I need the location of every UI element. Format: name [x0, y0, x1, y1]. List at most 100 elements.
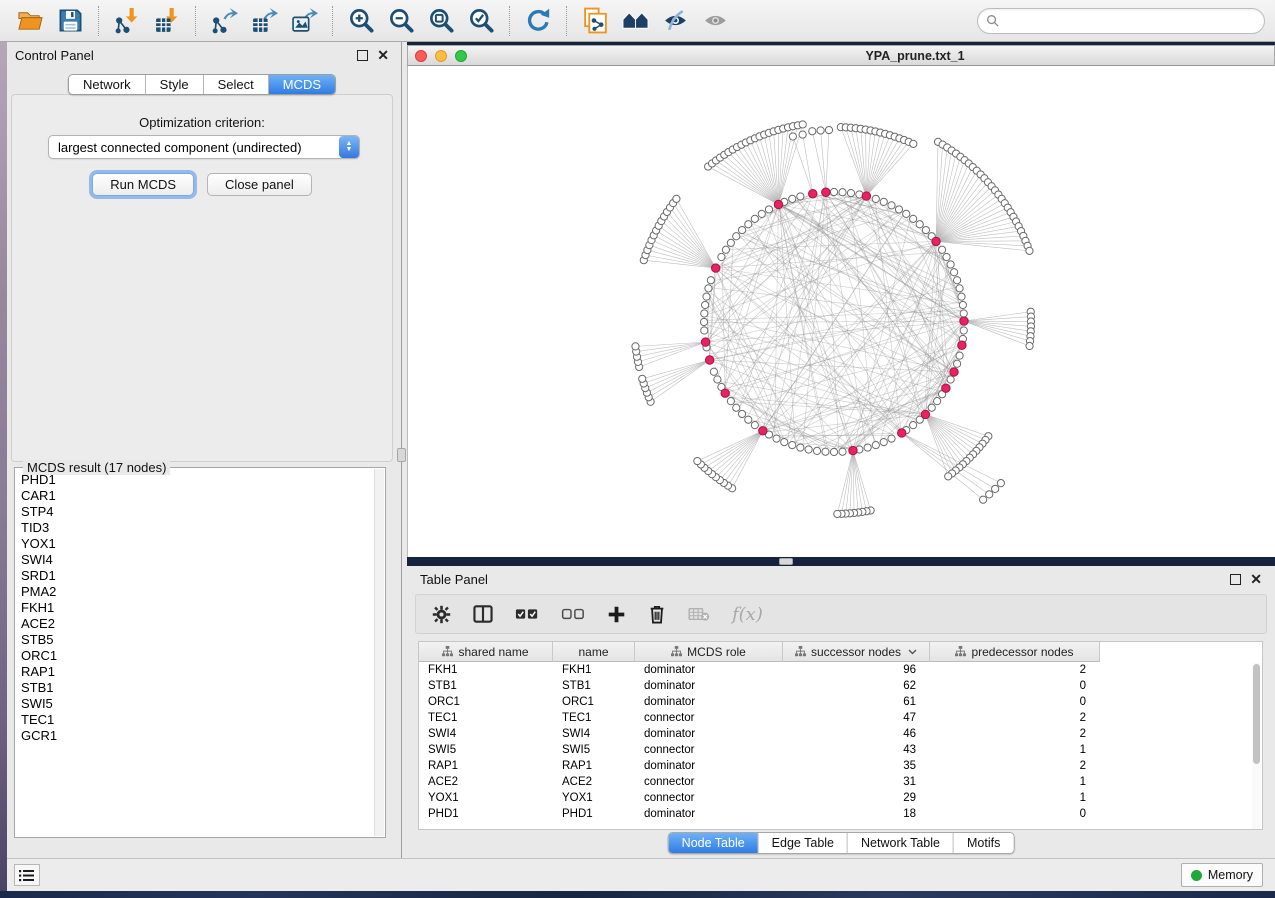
- tab-select[interactable]: Select: [204, 75, 269, 94]
- table-row[interactable]: ORC1ORC1dominator610: [419, 694, 1262, 710]
- table-cell: ACE2: [419, 776, 553, 788]
- search-input[interactable]: [1004, 14, 1256, 28]
- table-row[interactable]: STB1STB1dominator620: [419, 678, 1262, 694]
- vertical-splitter[interactable]: [397, 42, 407, 858]
- table-tab-edge-table[interactable]: Edge Table: [759, 833, 848, 853]
- mcds-tab-content: Optimization criterion: largest connecte…: [11, 94, 393, 462]
- first-neighbors-icon[interactable]: [615, 4, 655, 38]
- zoom-in-icon[interactable]: [341, 4, 381, 38]
- close-window-icon[interactable]: [415, 50, 427, 62]
- export-network-icon[interactable]: [204, 4, 244, 38]
- table-cell: SWI5: [553, 744, 635, 756]
- import-network-icon[interactable]: [107, 4, 147, 38]
- table-cell: SWI5: [419, 744, 553, 756]
- mcds-result-item[interactable]: SWI4: [21, 552, 374, 568]
- deselect-all-icon[interactable]: [561, 607, 585, 621]
- table-row[interactable]: RAP1RAP1dominator352: [419, 758, 1262, 774]
- tab-network[interactable]: Network: [69, 75, 146, 94]
- float-panel-icon[interactable]: [357, 50, 368, 61]
- memory-button[interactable]: Memory: [1181, 863, 1263, 887]
- table-tab-node-table[interactable]: Node Table: [669, 833, 759, 853]
- network-window-titlebar[interactable]: YPA_prune.txt_1: [407, 45, 1275, 66]
- float-table-panel-icon[interactable]: [1230, 574, 1241, 585]
- table-row[interactable]: YOX1YOX1connector291: [419, 790, 1262, 806]
- select-all-icon[interactable]: [515, 607, 539, 621]
- delete-table-icon[interactable]: [688, 606, 710, 622]
- mcds-result-item[interactable]: YOX1: [21, 536, 374, 552]
- table-cell: FKH1: [419, 664, 553, 676]
- import-table-icon[interactable]: [147, 4, 187, 38]
- column-header-name[interactable]: name: [553, 642, 635, 662]
- split-panel-icon[interactable]: [473, 605, 493, 623]
- mcds-result-item[interactable]: PHD1: [21, 472, 374, 488]
- minimize-window-icon[interactable]: [435, 50, 447, 62]
- mcds-result-item[interactable]: ACE2: [21, 616, 374, 632]
- scrollbar-thumb[interactable]: [1253, 664, 1260, 764]
- table-cell: RAP1: [419, 760, 553, 772]
- add-row-icon[interactable]: [607, 605, 626, 624]
- hide-selected-icon[interactable]: [655, 4, 695, 38]
- mcds-result-item[interactable]: PMA2: [21, 584, 374, 600]
- mcds-result-item[interactable]: SRD1: [21, 568, 374, 584]
- column-header-successor-nodes[interactable]: successor nodes: [783, 642, 930, 662]
- export-table-icon[interactable]: [244, 4, 284, 38]
- close-panel-button[interactable]: Close panel: [207, 173, 312, 196]
- mcds-result-item[interactable]: CAR1: [21, 488, 374, 504]
- tab-style[interactable]: Style: [146, 75, 204, 94]
- search-field[interactable]: [977, 8, 1265, 34]
- mcds-result-item[interactable]: TEC1: [21, 712, 374, 728]
- mcds-result-item[interactable]: FKH1: [21, 600, 374, 616]
- mcds-result-item[interactable]: STB1: [21, 680, 374, 696]
- table-tab-motifs[interactable]: Motifs: [954, 833, 1013, 853]
- mcds-result-item[interactable]: STP4: [21, 504, 374, 520]
- criterion-dropdown[interactable]: largest connected component (undirected)…: [48, 135, 360, 159]
- mcds-result-box: MCDS result (17 nodes) PHD1CAR1STP4TID3Y…: [14, 467, 386, 838]
- mcds-result-item[interactable]: TID3: [21, 520, 374, 536]
- tab-mcds[interactable]: MCDS: [269, 75, 335, 94]
- export-image-icon[interactable]: [284, 4, 324, 38]
- horizontal-splitter-grip[interactable]: [779, 558, 793, 565]
- table-cell: 43: [783, 744, 930, 756]
- close-panel-icon[interactable]: ✕: [377, 50, 389, 61]
- result-list-scrollbar[interactable]: [374, 469, 384, 836]
- zoom-selected-icon[interactable]: [461, 4, 501, 38]
- mcds-result-item[interactable]: GCR1: [21, 728, 374, 744]
- table-cell: 46: [783, 728, 930, 740]
- mcds-result-item[interactable]: SWI5: [21, 696, 374, 712]
- save-session-icon[interactable]: [50, 4, 90, 38]
- column-header-predecessor-nodes[interactable]: predecessor nodes: [930, 642, 1100, 662]
- run-mcds-button[interactable]: Run MCDS: [92, 173, 194, 196]
- close-table-panel-icon[interactable]: ✕: [1250, 574, 1262, 585]
- splitter-grip[interactable]: [397, 448, 406, 462]
- maximize-window-icon[interactable]: [455, 50, 467, 62]
- mcds-result-item[interactable]: ORC1: [21, 648, 374, 664]
- network-canvas[interactable]: [407, 66, 1275, 557]
- table-row[interactable]: SWI4SWI4dominator462: [419, 726, 1262, 742]
- table-tab-network-table[interactable]: Network Table: [848, 833, 954, 853]
- zoom-out-icon[interactable]: [381, 4, 421, 38]
- network-graph[interactable]: [408, 66, 1275, 557]
- open-session-icon[interactable]: [10, 4, 50, 38]
- column-header-shared-name[interactable]: shared name: [419, 642, 553, 662]
- table-panel-titlebar: Table Panel ✕: [407, 566, 1275, 592]
- function-builder-icon[interactable]: f(x): [732, 604, 763, 625]
- status-bar: Memory: [7, 858, 1275, 891]
- search-icon: [986, 14, 999, 27]
- new-network-from-selection-icon[interactable]: [575, 4, 615, 38]
- table-row[interactable]: ACE2ACE2connector311: [419, 774, 1262, 790]
- table-row[interactable]: SWI5SWI5connector431: [419, 742, 1262, 758]
- zoom-fit-icon[interactable]: [421, 4, 461, 38]
- table-row[interactable]: FKH1FKH1dominator962: [419, 662, 1262, 678]
- column-header-MCDS-role[interactable]: MCDS role: [635, 642, 783, 662]
- table-scrollbar[interactable]: [1252, 663, 1261, 829]
- settings-icon[interactable]: [432, 605, 451, 624]
- table-row[interactable]: PHD1PHD1dominator180: [419, 806, 1262, 822]
- refresh-icon[interactable]: [518, 4, 558, 38]
- mcds-result-item[interactable]: RAP1: [21, 664, 374, 680]
- task-history-icon[interactable]: [14, 864, 40, 886]
- node-table: shared namenameMCDS rolesuccessor nodesp…: [418, 641, 1263, 830]
- show-all-icon[interactable]: [695, 4, 735, 38]
- delete-row-icon[interactable]: [648, 604, 666, 624]
- mcds-result-item[interactable]: STB5: [21, 632, 374, 648]
- table-row[interactable]: TEC1TEC1connector472: [419, 710, 1262, 726]
